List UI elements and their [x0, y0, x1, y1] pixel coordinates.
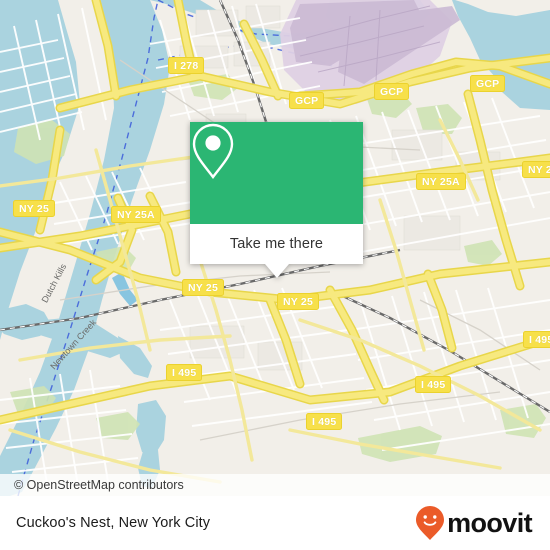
road-shield: I 495 [523, 331, 550, 348]
location-popup[interactable]: Take me there [190, 122, 363, 278]
take-me-there-button[interactable]: Take me there [230, 236, 323, 252]
popup-action-bar[interactable]: Take me there [190, 224, 363, 264]
location-title: Cuckoo's Nest, New York City [16, 515, 211, 531]
moovit-smiley-pin-icon [416, 506, 445, 540]
road-shield: NY 25 [13, 200, 55, 217]
road-shield: GCP [289, 92, 325, 109]
map-canvas[interactable]: I 278 GCP GCP GCP NY 25A NY 2 NY 25 NY 25A NY 25… [0, 0, 550, 496]
moovit-logo[interactable]: moovit [415, 505, 533, 541]
road-shield: I 495 [166, 364, 203, 381]
map-pin-icon [192, 123, 234, 179]
road-shield: GCP [374, 83, 410, 100]
popup-tail [264, 264, 289, 278]
map-attribution: © OpenStreetMap contributors [0, 474, 550, 496]
road-shield: NY 2 [522, 161, 550, 178]
road-shield: GCP [470, 75, 506, 92]
road-shield: NY 25 [182, 279, 224, 296]
moovit-wordmark: moovit [447, 507, 533, 538]
road-shield: I 495 [415, 376, 452, 393]
road-shield: NY 25A [111, 206, 161, 223]
road-shield: I 278 [168, 57, 205, 74]
footer-bar: Cuckoo's Nest, New York City moovit [0, 496, 550, 550]
road-shield: NY 25A [416, 173, 466, 190]
popup-header [190, 122, 363, 224]
map-screen: I 278 GCP GCP GCP NY 25A NY 2 NY 25 NY 25A NY 25… [0, 0, 550, 550]
road-shield: NY 25 [277, 293, 319, 310]
road-shield: I 495 [306, 413, 343, 430]
